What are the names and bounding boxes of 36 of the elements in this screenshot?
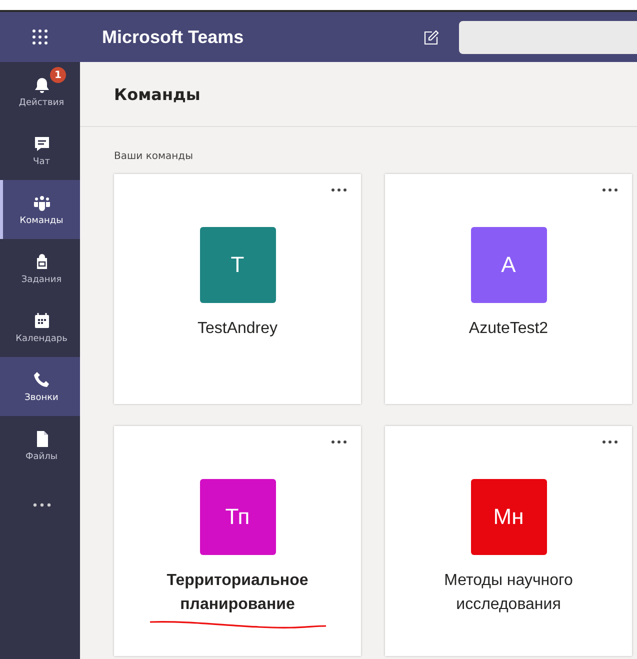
more-options-icon[interactable] [602, 188, 618, 192]
phone-icon [32, 370, 50, 388]
compose-icon[interactable] [424, 30, 439, 44]
app-launcher-icon[interactable] [32, 29, 48, 45]
sidebar-item[interactable]: Звонки [0, 357, 80, 416]
search-field[interactable] [459, 20, 637, 54]
team-name: Территориальное планирование [166, 571, 310, 615]
team-avatar: Тп [200, 479, 276, 555]
chat-icon [32, 134, 50, 152]
sidebar-item[interactable]: Команды [0, 180, 80, 239]
team-card[interactable]: T TestAndrey [114, 174, 361, 404]
team-avatar: T [200, 227, 276, 303]
team-avatar: Мн [470, 479, 546, 555]
sidebar-item[interactable]: Чат [0, 121, 80, 180]
more-options-icon[interactable] [331, 188, 347, 192]
more-icon [32, 502, 50, 506]
sidebar-item[interactable]: Файлы [0, 416, 80, 475]
more-options-icon[interactable] [331, 440, 347, 444]
calendar-icon [32, 312, 50, 330]
team-name: TestAndrey [196, 319, 279, 339]
bell-icon [32, 76, 50, 94]
people-icon [32, 194, 50, 212]
sidebar-item[interactable]: Задания [0, 239, 80, 298]
team-card[interactable]: Мн Методы научного исследования [385, 426, 632, 656]
team-name: Методы научного исследования [443, 571, 574, 615]
team-name: AzuteTest2 [468, 319, 550, 339]
team-card[interactable]: Тп Территориальное планирование [114, 426, 361, 656]
section-label: Ваши команды [114, 151, 194, 162]
sidebar-item[interactable]: Действия 1 [0, 62, 80, 121]
page-title: Команды [114, 84, 200, 104]
more-options-icon[interactable] [602, 440, 618, 444]
team-avatar: A [470, 227, 546, 303]
app-title: Microsoft Teams [102, 26, 245, 48]
notification-badge: 1 [49, 66, 67, 84]
sidebar-item[interactable]: Календарь [0, 298, 80, 357]
team-card[interactable]: A AzuteTest2 [385, 174, 632, 404]
